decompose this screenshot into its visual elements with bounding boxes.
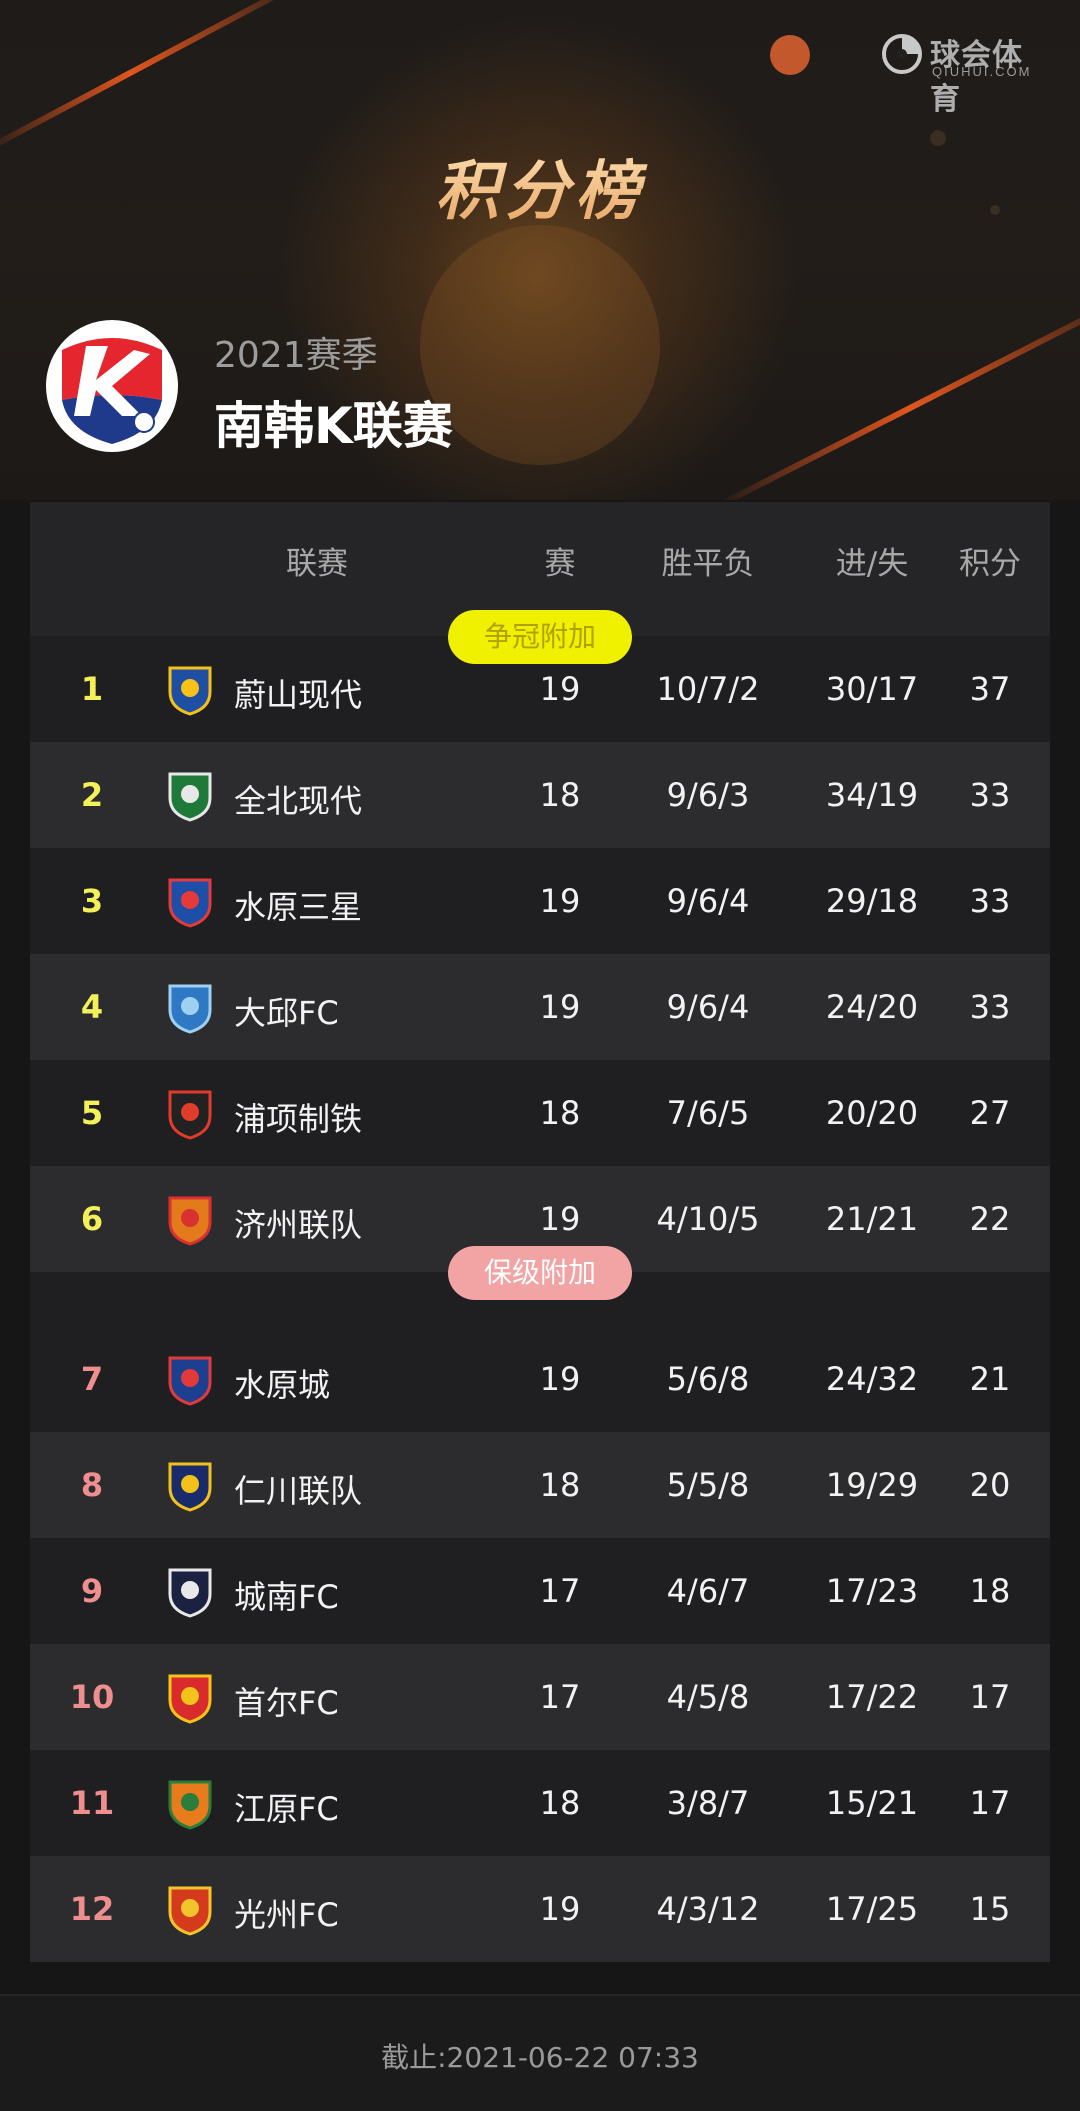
table-row[interactable]: 8 仁川联队 18 5/5/8 19/29 20 [30, 1432, 1050, 1538]
standings-table: 联赛 赛 胜平负 进/失 积分 争冠附加 1 蔚山现代 19 10/7/2 30/17 3… [30, 502, 1050, 1962]
updated-time: 截止:2021-06-22 07:33 [381, 2041, 699, 2074]
table-row[interactable]: 9 城南FC 17 4/6/7 17/23 18 [30, 1538, 1050, 1644]
header: 球会体育 QIUHUI.COM 积分榜 2021赛季 南韩K联赛 [0, 0, 1080, 500]
points: 17 [969, 1784, 1011, 1822]
relegation-playoff-badge: 保级附加 [448, 1246, 632, 1300]
team-name: 首尔FC [234, 1684, 339, 1722]
rank: 5 [80, 1094, 104, 1132]
team-crest-icon [168, 666, 212, 716]
team-name: 大邱FC [234, 994, 339, 1032]
team-crest-icon [168, 878, 212, 928]
points: 18 [969, 1572, 1011, 1610]
team-crest-icon [168, 984, 212, 1034]
rank: 10 [69, 1678, 115, 1716]
team-name: 城南FC [234, 1578, 339, 1616]
rank: 1 [80, 670, 104, 708]
rank: 4 [80, 988, 104, 1026]
rank: 8 [80, 1466, 104, 1504]
team-crest-icon [168, 1090, 212, 1140]
team-crest-icon [168, 1674, 212, 1724]
team-crest-icon [168, 1196, 212, 1246]
rank: 11 [69, 1784, 115, 1822]
team-crest-icon [168, 1356, 212, 1406]
team-crest-icon [168, 1780, 212, 1830]
watermark: 球会体育 QIUHUI.COM [882, 28, 1052, 117]
team-name: 浦项制铁 [234, 1100, 363, 1138]
table-row[interactable]: 11 江原FC 18 3/8/7 15/21 17 [30, 1750, 1050, 1856]
table-row[interactable]: 5 浦项制铁 18 7/6/5 20/20 27 [30, 1060, 1050, 1166]
champion-playoff-badge: 争冠附加 [448, 610, 632, 664]
k-league-logo-icon [46, 320, 178, 452]
team-crest-icon [168, 772, 212, 822]
rank: 12 [69, 1890, 115, 1928]
points: 33 [969, 776, 1011, 814]
points: 22 [969, 1200, 1011, 1238]
decor-streak [0, 0, 282, 156]
zone-divider: 保级附加 [30, 1246, 1050, 1326]
team-name: 全北现代 [234, 782, 363, 820]
decor-streak [712, 305, 1080, 500]
points: 37 [969, 670, 1011, 708]
points: 21 [969, 1360, 1011, 1398]
points: 15 [969, 1890, 1011, 1928]
table-header: 联赛 赛 胜平负 进/失 积分 争冠附加 [30, 502, 1050, 664]
league-name: 南韩K联赛 [214, 397, 453, 455]
table-row[interactable]: 2 全北现代 18 9/6/3 34/19 33 [30, 742, 1050, 848]
rank: 2 [80, 776, 104, 814]
points: 20 [969, 1466, 1011, 1504]
table-row[interactable]: 12 光州FC 19 4/3/12 17/25 15 [30, 1856, 1050, 1962]
table-row[interactable]: 3 水原三星 19 9/6/4 29/18 33 [30, 848, 1050, 954]
team-name: 济州联队 [234, 1206, 363, 1244]
decor-dot [770, 35, 810, 75]
team-name: 仁川联队 [234, 1472, 363, 1510]
header-points: 积分 [959, 546, 1021, 582]
team-crest-icon [168, 1568, 212, 1618]
rank: 7 [80, 1360, 104, 1398]
points: 27 [969, 1094, 1011, 1132]
table-row[interactable]: 10 首尔FC 17 4/5/8 17/22 17 [30, 1644, 1050, 1750]
season-label: 2021赛季 [214, 335, 378, 376]
team-crest-icon [168, 1886, 212, 1936]
team-name: 水原三星 [234, 888, 363, 926]
header-league: 联赛 [286, 546, 348, 582]
page-title: 积分榜 [0, 140, 1080, 232]
team-name: 光州FC [234, 1896, 339, 1934]
table-row[interactable]: 7 水原城 19 5/6/8 24/32 21 [30, 1326, 1050, 1432]
points: 33 [969, 988, 1011, 1026]
team-name: 蔚山现代 [234, 676, 363, 714]
rank: 3 [80, 882, 104, 920]
points: 17 [969, 1678, 1011, 1716]
qiuhui-logo-icon [882, 34, 922, 74]
footer: 截止:2021-06-22 07:33 [0, 1994, 1080, 2111]
rank: 6 [80, 1200, 104, 1238]
team-name: 水原城 [234, 1366, 331, 1404]
team-crest-icon [168, 1462, 212, 1512]
rank: 9 [80, 1572, 104, 1610]
decor-dot [420, 225, 660, 465]
team-name: 江原FC [234, 1790, 339, 1828]
table-row[interactable]: 4 大邱FC 19 9/6/4 24/20 33 [30, 954, 1050, 1060]
points: 33 [969, 882, 1011, 920]
watermark-domain: QIUHUI.COM [932, 64, 1032, 79]
